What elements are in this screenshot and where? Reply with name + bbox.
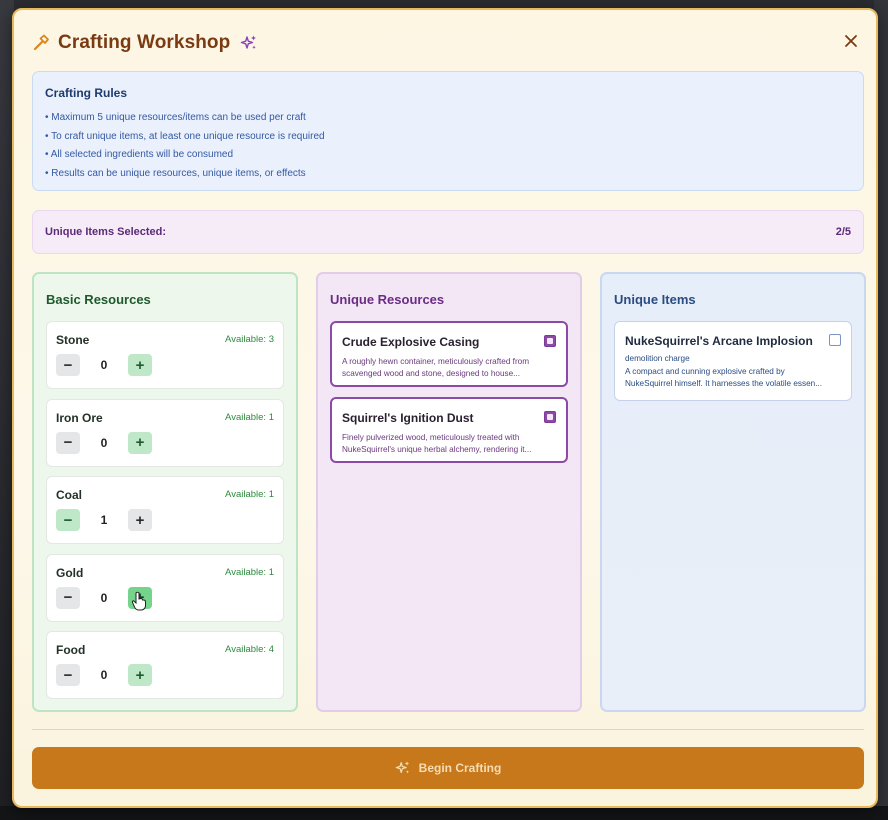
quantity-value: 0 xyxy=(100,358,108,372)
unique-resource-name: Squirrel's Ignition Dust xyxy=(342,411,474,425)
panel-title: Unique Resources xyxy=(330,292,445,307)
resource-available: Available: 1 xyxy=(225,411,274,423)
unique-item-name: NukeSquirrel's Arcane Implosion xyxy=(625,334,813,348)
resource-name: Coal xyxy=(56,488,83,502)
hammer-icon xyxy=(32,34,50,52)
crafting-rules-box: Crafting Rules • Maximum 5 unique resour… xyxy=(32,71,864,191)
resource-available: Available: 1 xyxy=(225,489,274,500)
panel-title: Unique Items xyxy=(614,292,696,307)
resource-name: Food xyxy=(56,643,86,657)
close-button[interactable] xyxy=(840,30,862,52)
decrement-button[interactable]: − xyxy=(56,354,80,376)
increment-button[interactable]: + xyxy=(128,509,152,531)
resource-card-gold: Gold Available: 1 − 0 + xyxy=(46,553,284,622)
begin-crafting-label: Begin Crafting xyxy=(418,761,502,775)
selection-label: Unique Items Selected: xyxy=(45,226,167,238)
decrement-button[interactable]: − xyxy=(56,509,80,531)
quantity-stepper: − 1 + xyxy=(56,509,152,531)
quantity-stepper: − 0 + xyxy=(56,354,152,376)
quantity-value: 0 xyxy=(100,435,108,450)
increment-button[interactable]: + xyxy=(128,431,152,454)
increment-button[interactable]: + xyxy=(128,586,152,609)
increment-button[interactable]: + xyxy=(128,664,152,686)
basic-resources-panel: Basic Resources Stone Available: 3 − 0 +… xyxy=(32,272,298,712)
unique-items-panel: Unique Items NukeSquirrel's Arcane Implo… xyxy=(600,272,866,712)
backdrop-bottom xyxy=(0,806,888,820)
quantity-value: 0 xyxy=(100,590,108,605)
unique-resource-name: Crude Explosive Casing xyxy=(342,335,480,349)
description-line: NukeSquirrel's unique herbal alchemy, re… xyxy=(342,445,532,454)
rule-item: • Maximum 5 unique resources/items can b… xyxy=(45,112,306,123)
resource-available: Available: 1 xyxy=(225,566,274,578)
resource-name: Iron Ore xyxy=(56,410,103,425)
footer-divider xyxy=(32,729,864,730)
selected-checkbox[interactable] xyxy=(544,411,556,423)
decrement-button[interactable]: − xyxy=(56,431,80,454)
resource-available: Available: 3 xyxy=(225,334,274,345)
quantity-value: 1 xyxy=(100,513,108,527)
panel-title: Basic Resources xyxy=(46,292,151,307)
description-line: Finely pulverized wood, meticulously tre… xyxy=(342,433,520,442)
rule-item: • To craft unique items, at least one un… xyxy=(45,130,325,142)
unique-item-subtitle: demolition charge xyxy=(625,354,690,363)
selected-checkbox[interactable] xyxy=(544,335,556,347)
unique-resource-description: Finely pulverized wood, meticulously tre… xyxy=(342,432,542,456)
selection-count: 2/5 xyxy=(835,226,851,238)
crafting-modal: Crafting Workshop Crafting Rules • Maxim… xyxy=(12,8,878,808)
unique-item-description: A compact and cunning explosive crafted … xyxy=(625,366,825,390)
description-line: A compact and cunning explosive crafted … xyxy=(625,367,785,376)
close-icon xyxy=(845,35,857,47)
sparkles-icon xyxy=(240,34,258,52)
resource-name: Gold xyxy=(56,565,84,580)
increment-button[interactable]: + xyxy=(128,354,152,376)
description-line: scavenged wood and stone, designed to ho… xyxy=(342,369,520,378)
unique-resource-card[interactable]: Crude Explosive Casing A roughly hewn co… xyxy=(330,321,568,387)
unique-resources-panel: Unique Resources Crude Explosive Casing … xyxy=(316,272,582,712)
quantity-value: 0 xyxy=(100,668,108,682)
unselected-checkbox[interactable] xyxy=(829,334,841,346)
modal-header: Crafting Workshop xyxy=(32,30,258,56)
begin-crafting-button[interactable]: Begin Crafting xyxy=(32,747,864,789)
quantity-stepper: − 0 + xyxy=(56,664,152,686)
resource-card-food: Food Available: 4 − 0 + xyxy=(46,631,284,699)
description-line: NukeSquirrel himself. It harnesses the v… xyxy=(625,379,823,388)
modal-title: Crafting Workshop xyxy=(58,32,231,53)
unique-selection-bar: Unique Items Selected: 2/5 xyxy=(32,210,864,254)
rule-item: • Results can be unique resources, uniqu… xyxy=(45,167,306,179)
resource-card-stone: Stone Available: 3 − 0 + xyxy=(46,321,284,389)
resource-available: Available: 4 xyxy=(225,644,274,655)
decrement-button[interactable]: − xyxy=(56,664,80,686)
rules-title: Crafting Rules xyxy=(45,86,128,100)
resource-name: Stone xyxy=(56,333,90,347)
quantity-stepper: − 0 + xyxy=(56,586,152,609)
rule-item: • All selected ingredients will be consu… xyxy=(45,149,234,160)
unique-resource-description: A roughly hewn container, meticulously c… xyxy=(342,356,542,380)
unique-resource-card[interactable]: Squirrel's Ignition Dust Finely pulveriz… xyxy=(330,397,568,463)
quantity-stepper: − 0 + xyxy=(56,431,152,454)
description-line: A roughly hewn container, meticulously c… xyxy=(342,357,530,366)
resource-card-iron-ore: Iron Ore Available: 1 − 0 + xyxy=(46,398,284,467)
resource-card-coal: Coal Available: 1 − 1 + xyxy=(46,476,284,544)
sparkles-icon xyxy=(395,761,409,774)
decrement-button[interactable]: − xyxy=(56,586,80,609)
unique-item-card[interactable]: NukeSquirrel's Arcane Implosion demoliti… xyxy=(614,321,852,401)
